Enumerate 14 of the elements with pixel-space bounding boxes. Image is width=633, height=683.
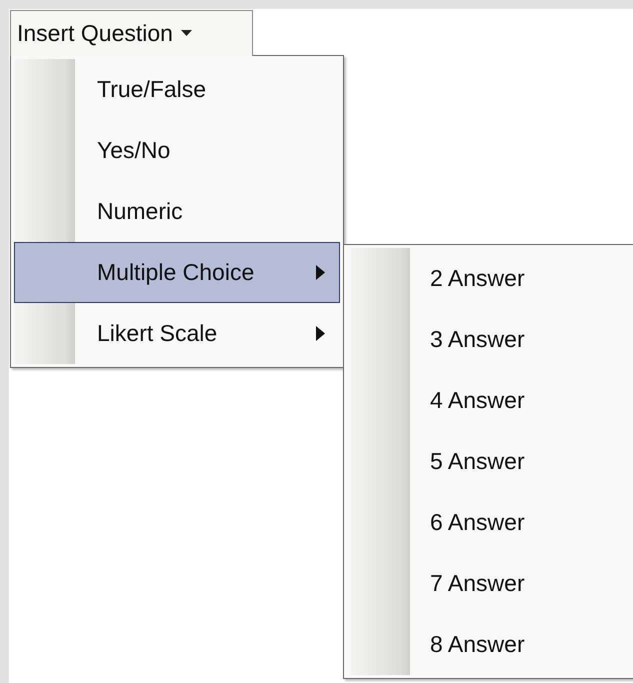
submenu-item[interactable]: 2 Answer	[347, 248, 633, 309]
submenu-item[interactable]: 4 Answer	[347, 370, 633, 431]
submenu-item[interactable]: 5 Answer	[347, 431, 633, 492]
menu-item[interactable]: Likert Scale	[14, 303, 340, 364]
menu-button[interactable]: Insert Question	[10, 10, 253, 56]
menu-item[interactable]: Numeric	[14, 181, 340, 242]
menu-item[interactable]: True/False	[14, 59, 340, 120]
submenu-item[interactable]: 8 Answer	[347, 614, 633, 675]
menu-item[interactable]: Multiple Choice	[14, 242, 340, 303]
menu-item[interactable]: Yes/No	[14, 120, 340, 181]
submenu-item[interactable]: 7 Answer	[347, 553, 633, 614]
caret-icon	[180, 30, 192, 37]
submenu-item[interactable]: 6 Answer	[347, 492, 633, 553]
submenu-item[interactable]: 3 Answer	[347, 309, 633, 370]
